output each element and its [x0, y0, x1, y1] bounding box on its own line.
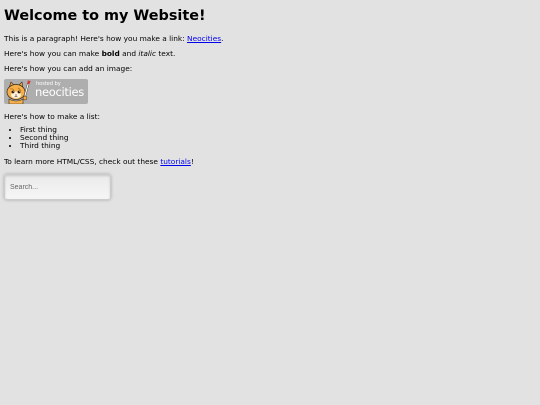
hosted-by-neocities-badge[interactable]: hosted by neocities — [4, 79, 88, 104]
paragraph-format-middle: and — [119, 49, 139, 58]
italic-text: italic — [138, 49, 157, 58]
paragraph-format: Here's how you can make bold and italic … — [4, 49, 175, 58]
page-title: Welcome to my Website! — [4, 8, 206, 24]
bullet-list: First thing Second thing Third thing — [4, 125, 69, 151]
paragraph-image: Here's how you can add an image: — [4, 64, 133, 73]
neocities-link[interactable]: Neocities — [187, 34, 221, 43]
paragraph-link: This is a paragraph! Here's how you make… — [4, 34, 223, 43]
paragraph-link-text: This is a paragraph! Here's how you make… — [4, 34, 188, 43]
bold-text: bold — [101, 49, 120, 58]
paragraph-format-text: Here's how you can make — [4, 49, 102, 58]
paragraph-list: Here's how to make a list: — [4, 112, 100, 121]
paragraph-tutorials-end: ! — [190, 157, 194, 166]
tutorials-link[interactable]: tutorials — [160, 157, 191, 166]
paragraph-tutorials: To learn more HTML/CSS, check out these … — [4, 157, 194, 166]
badge-big-text: neocities — [35, 85, 84, 99]
paragraph-link-end: . — [221, 34, 224, 43]
search-input[interactable] — [4, 174, 111, 200]
list-item: Third thing — [20, 142, 69, 150]
neocities-cat-icon — [6, 80, 31, 104]
paragraph-format-end: text. — [156, 49, 176, 58]
paragraph-tutorials-text: To learn more HTML/CSS, check out these — [4, 157, 161, 166]
